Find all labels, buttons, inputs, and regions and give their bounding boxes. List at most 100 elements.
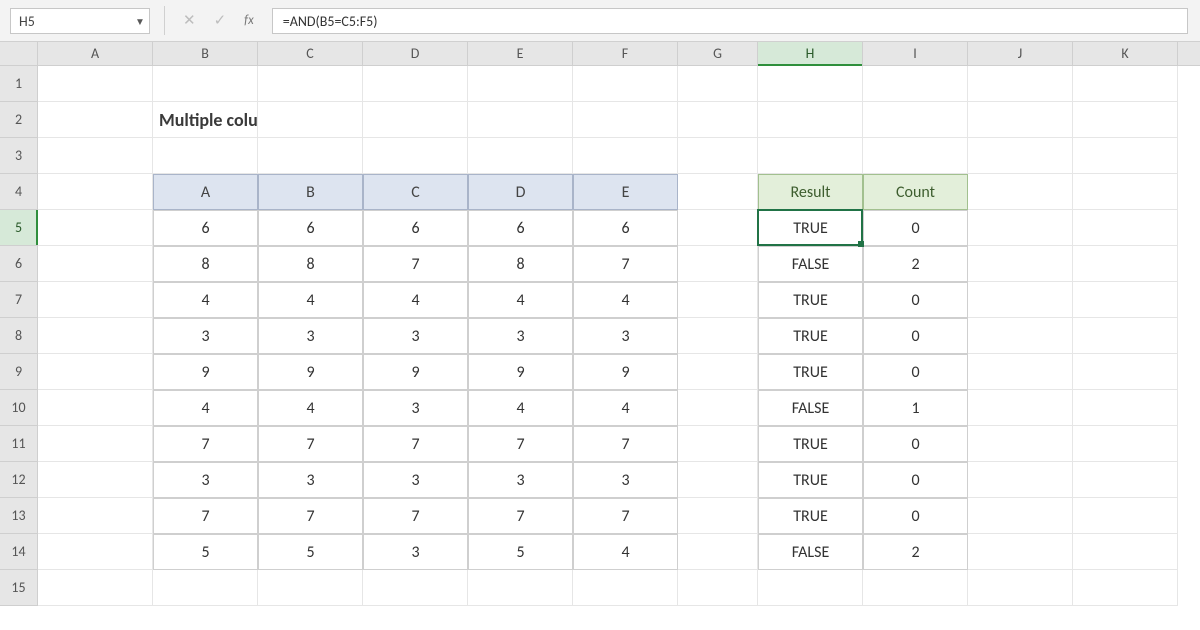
cell-F13[interactable]: 7 — [573, 498, 678, 534]
cell-A4[interactable] — [38, 174, 153, 210]
name-box[interactable]: H5 ▼ — [10, 8, 150, 34]
cell-J9[interactable] — [968, 354, 1073, 390]
cell-E7[interactable]: 4 — [468, 282, 573, 318]
cell-B10[interactable]: 4 — [153, 390, 258, 426]
cell-D8[interactable]: 3 — [363, 318, 468, 354]
cell-H9[interactable]: TRUE — [758, 354, 863, 390]
row-header-9[interactable]: 9 — [0, 354, 37, 390]
row-header-13[interactable]: 13 — [0, 498, 37, 534]
cell-A3[interactable] — [38, 138, 153, 174]
cell-H4[interactable]: Result — [758, 174, 863, 210]
cell-G9[interactable] — [678, 354, 758, 390]
col-header-F[interactable]: F — [573, 42, 678, 65]
col-header-C[interactable]: C — [258, 42, 363, 65]
cell-J4[interactable] — [968, 174, 1073, 210]
cell-D13[interactable]: 7 — [363, 498, 468, 534]
cell-C7[interactable]: 4 — [258, 282, 363, 318]
cell-J7[interactable] — [968, 282, 1073, 318]
cell-H7[interactable]: TRUE — [758, 282, 863, 318]
enter-icon[interactable]: ✓ — [214, 11, 227, 30]
cell-A14[interactable] — [38, 534, 153, 570]
cell-E15[interactable] — [468, 570, 573, 606]
cell-A15[interactable] — [38, 570, 153, 606]
cell-E9[interactable]: 9 — [468, 354, 573, 390]
cell-K14[interactable] — [1073, 534, 1178, 570]
cell-G2[interactable] — [678, 102, 758, 138]
cell-J15[interactable] — [968, 570, 1073, 606]
cell-H5[interactable]: TRUE — [758, 210, 863, 246]
cell-F2[interactable] — [573, 102, 678, 138]
formula-input[interactable]: =AND(B5=C5:F5) — [272, 8, 1188, 34]
cell-G6[interactable] — [678, 246, 758, 282]
cell-F3[interactable] — [573, 138, 678, 174]
cell-H3[interactable] — [758, 138, 863, 174]
cell-D4[interactable]: C — [363, 174, 468, 210]
name-box-dropdown-icon[interactable]: ▼ — [131, 15, 149, 28]
cell-A13[interactable] — [38, 498, 153, 534]
cell-B11[interactable]: 7 — [153, 426, 258, 462]
cell-J1[interactable] — [968, 66, 1073, 102]
cell-I5[interactable]: 0 — [863, 210, 968, 246]
cell-H11[interactable]: TRUE — [758, 426, 863, 462]
cell-C2[interactable] — [258, 102, 363, 138]
cell-H10[interactable]: FALSE — [758, 390, 863, 426]
cancel-icon[interactable]: ✕ — [183, 11, 196, 30]
cell-K7[interactable] — [1073, 282, 1178, 318]
cell-C3[interactable] — [258, 138, 363, 174]
cell-G3[interactable] — [678, 138, 758, 174]
cell-K8[interactable] — [1073, 318, 1178, 354]
cell-B1[interactable] — [153, 66, 258, 102]
cell-K11[interactable] — [1073, 426, 1178, 462]
cell-G13[interactable] — [678, 498, 758, 534]
cell-G15[interactable] — [678, 570, 758, 606]
cell-A1[interactable] — [38, 66, 153, 102]
cell-G5[interactable] — [678, 210, 758, 246]
cell-F11[interactable]: 7 — [573, 426, 678, 462]
cell-K2[interactable] — [1073, 102, 1178, 138]
cell-E6[interactable]: 8 — [468, 246, 573, 282]
cell-E4[interactable]: D — [468, 174, 573, 210]
cell-B14[interactable]: 5 — [153, 534, 258, 570]
cell-E2[interactable] — [468, 102, 573, 138]
cell-F8[interactable]: 3 — [573, 318, 678, 354]
cell-B4[interactable]: A — [153, 174, 258, 210]
cell-D15[interactable] — [363, 570, 468, 606]
cell-J3[interactable] — [968, 138, 1073, 174]
cell-H2[interactable] — [758, 102, 863, 138]
cell-J6[interactable] — [968, 246, 1073, 282]
cell-C6[interactable]: 8 — [258, 246, 363, 282]
cell-K4[interactable] — [1073, 174, 1178, 210]
col-header-I[interactable]: I — [863, 42, 968, 65]
col-header-E[interactable]: E — [468, 42, 573, 65]
cell-J5[interactable] — [968, 210, 1073, 246]
cell-K5[interactable] — [1073, 210, 1178, 246]
cell-J13[interactable] — [968, 498, 1073, 534]
cell-K13[interactable] — [1073, 498, 1178, 534]
row-header-1[interactable]: 1 — [0, 66, 37, 102]
cell-D6[interactable]: 7 — [363, 246, 468, 282]
cell-B7[interactable]: 4 — [153, 282, 258, 318]
cell-B2[interactable]: Multiple columns are equal — [153, 102, 258, 138]
row-header-14[interactable]: 14 — [0, 534, 37, 570]
cell-F14[interactable]: 4 — [573, 534, 678, 570]
cell-C15[interactable] — [258, 570, 363, 606]
cell-B3[interactable] — [153, 138, 258, 174]
cell-J11[interactable] — [968, 426, 1073, 462]
cell-A7[interactable] — [38, 282, 153, 318]
cell-I8[interactable]: 0 — [863, 318, 968, 354]
cell-K1[interactable] — [1073, 66, 1178, 102]
row-header-15[interactable]: 15 — [0, 570, 37, 606]
cell-E3[interactable] — [468, 138, 573, 174]
cell-I4[interactable]: Count — [863, 174, 968, 210]
cell-I10[interactable]: 1 — [863, 390, 968, 426]
cell-D1[interactable] — [363, 66, 468, 102]
col-header-J[interactable]: J — [968, 42, 1073, 65]
cell-F5[interactable]: 6 — [573, 210, 678, 246]
cell-E13[interactable]: 7 — [468, 498, 573, 534]
cell-F9[interactable]: 9 — [573, 354, 678, 390]
cell-I6[interactable]: 2 — [863, 246, 968, 282]
cell-J12[interactable] — [968, 462, 1073, 498]
cell-F1[interactable] — [573, 66, 678, 102]
cell-B5[interactable]: 6 — [153, 210, 258, 246]
cell-C12[interactable]: 3 — [258, 462, 363, 498]
